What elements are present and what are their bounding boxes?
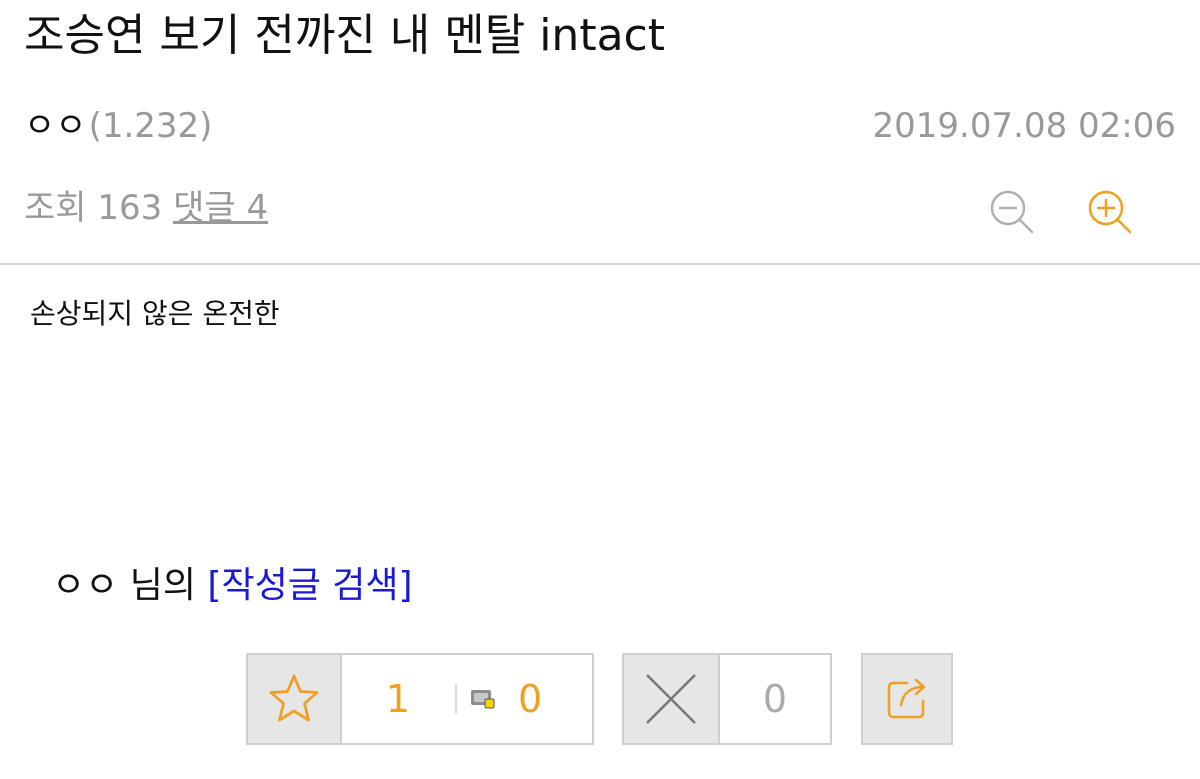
count-separator-line — [455, 684, 457, 714]
author-line-suffix: 님의 — [129, 565, 196, 606]
mobile-badge-icon — [471, 690, 495, 709]
view-count: 조회 163 — [24, 188, 163, 228]
recommend-count-cell: 1 — [342, 655, 454, 743]
post-date: 2019.07.08 02:06 — [872, 106, 1176, 146]
star-icon — [269, 674, 319, 722]
post-stats: 조회 163 댓글 4 — [24, 184, 268, 232]
not-recommend-button[interactable] — [624, 655, 720, 743]
recommend-group: 1 0 — [246, 653, 594, 745]
author-ip: (1.232) — [88, 106, 213, 146]
share-icon — [887, 678, 926, 719]
not-recommend-count-cell: 0 — [720, 655, 830, 743]
x-icon — [646, 674, 696, 724]
zoom-out-icon — [990, 190, 1034, 234]
not-recommend-group: 0 — [622, 653, 832, 745]
post-title: 조승연 보기 전까진 내 멘탈 intact — [24, 10, 665, 61]
share-icon-cell — [863, 655, 951, 743]
zoom-out-button[interactable] — [988, 188, 1036, 236]
comment-count-link[interactable]: 댓글 4 — [173, 188, 268, 228]
share-button[interactable] — [861, 653, 953, 745]
author-name[interactable]: ㅇㅇ — [24, 106, 87, 146]
post-body: 손상되지 않은 온전한 — [30, 297, 280, 330]
fixed-recommend-cell: 0 — [458, 655, 590, 743]
author-line-name: ㅇㅇ — [52, 565, 119, 606]
not-recommend-count: 0 — [762, 677, 788, 721]
author-search-line: ㅇㅇ 님의 [작성글 검색] — [52, 562, 413, 610]
author-posts-search-link[interactable]: [작성글 검색] — [207, 565, 412, 606]
post-meta: ㅇㅇ(1.232) 2019.07.08 02:06 — [24, 102, 1176, 150]
header-divider — [0, 263, 1200, 265]
recommend-count: 1 — [385, 677, 411, 721]
recommend-button[interactable] — [248, 655, 342, 743]
fixed-recommend-count: 0 — [518, 677, 543, 721]
zoom-in-button[interactable] — [1086, 188, 1134, 236]
zoom-in-icon — [1088, 190, 1132, 234]
